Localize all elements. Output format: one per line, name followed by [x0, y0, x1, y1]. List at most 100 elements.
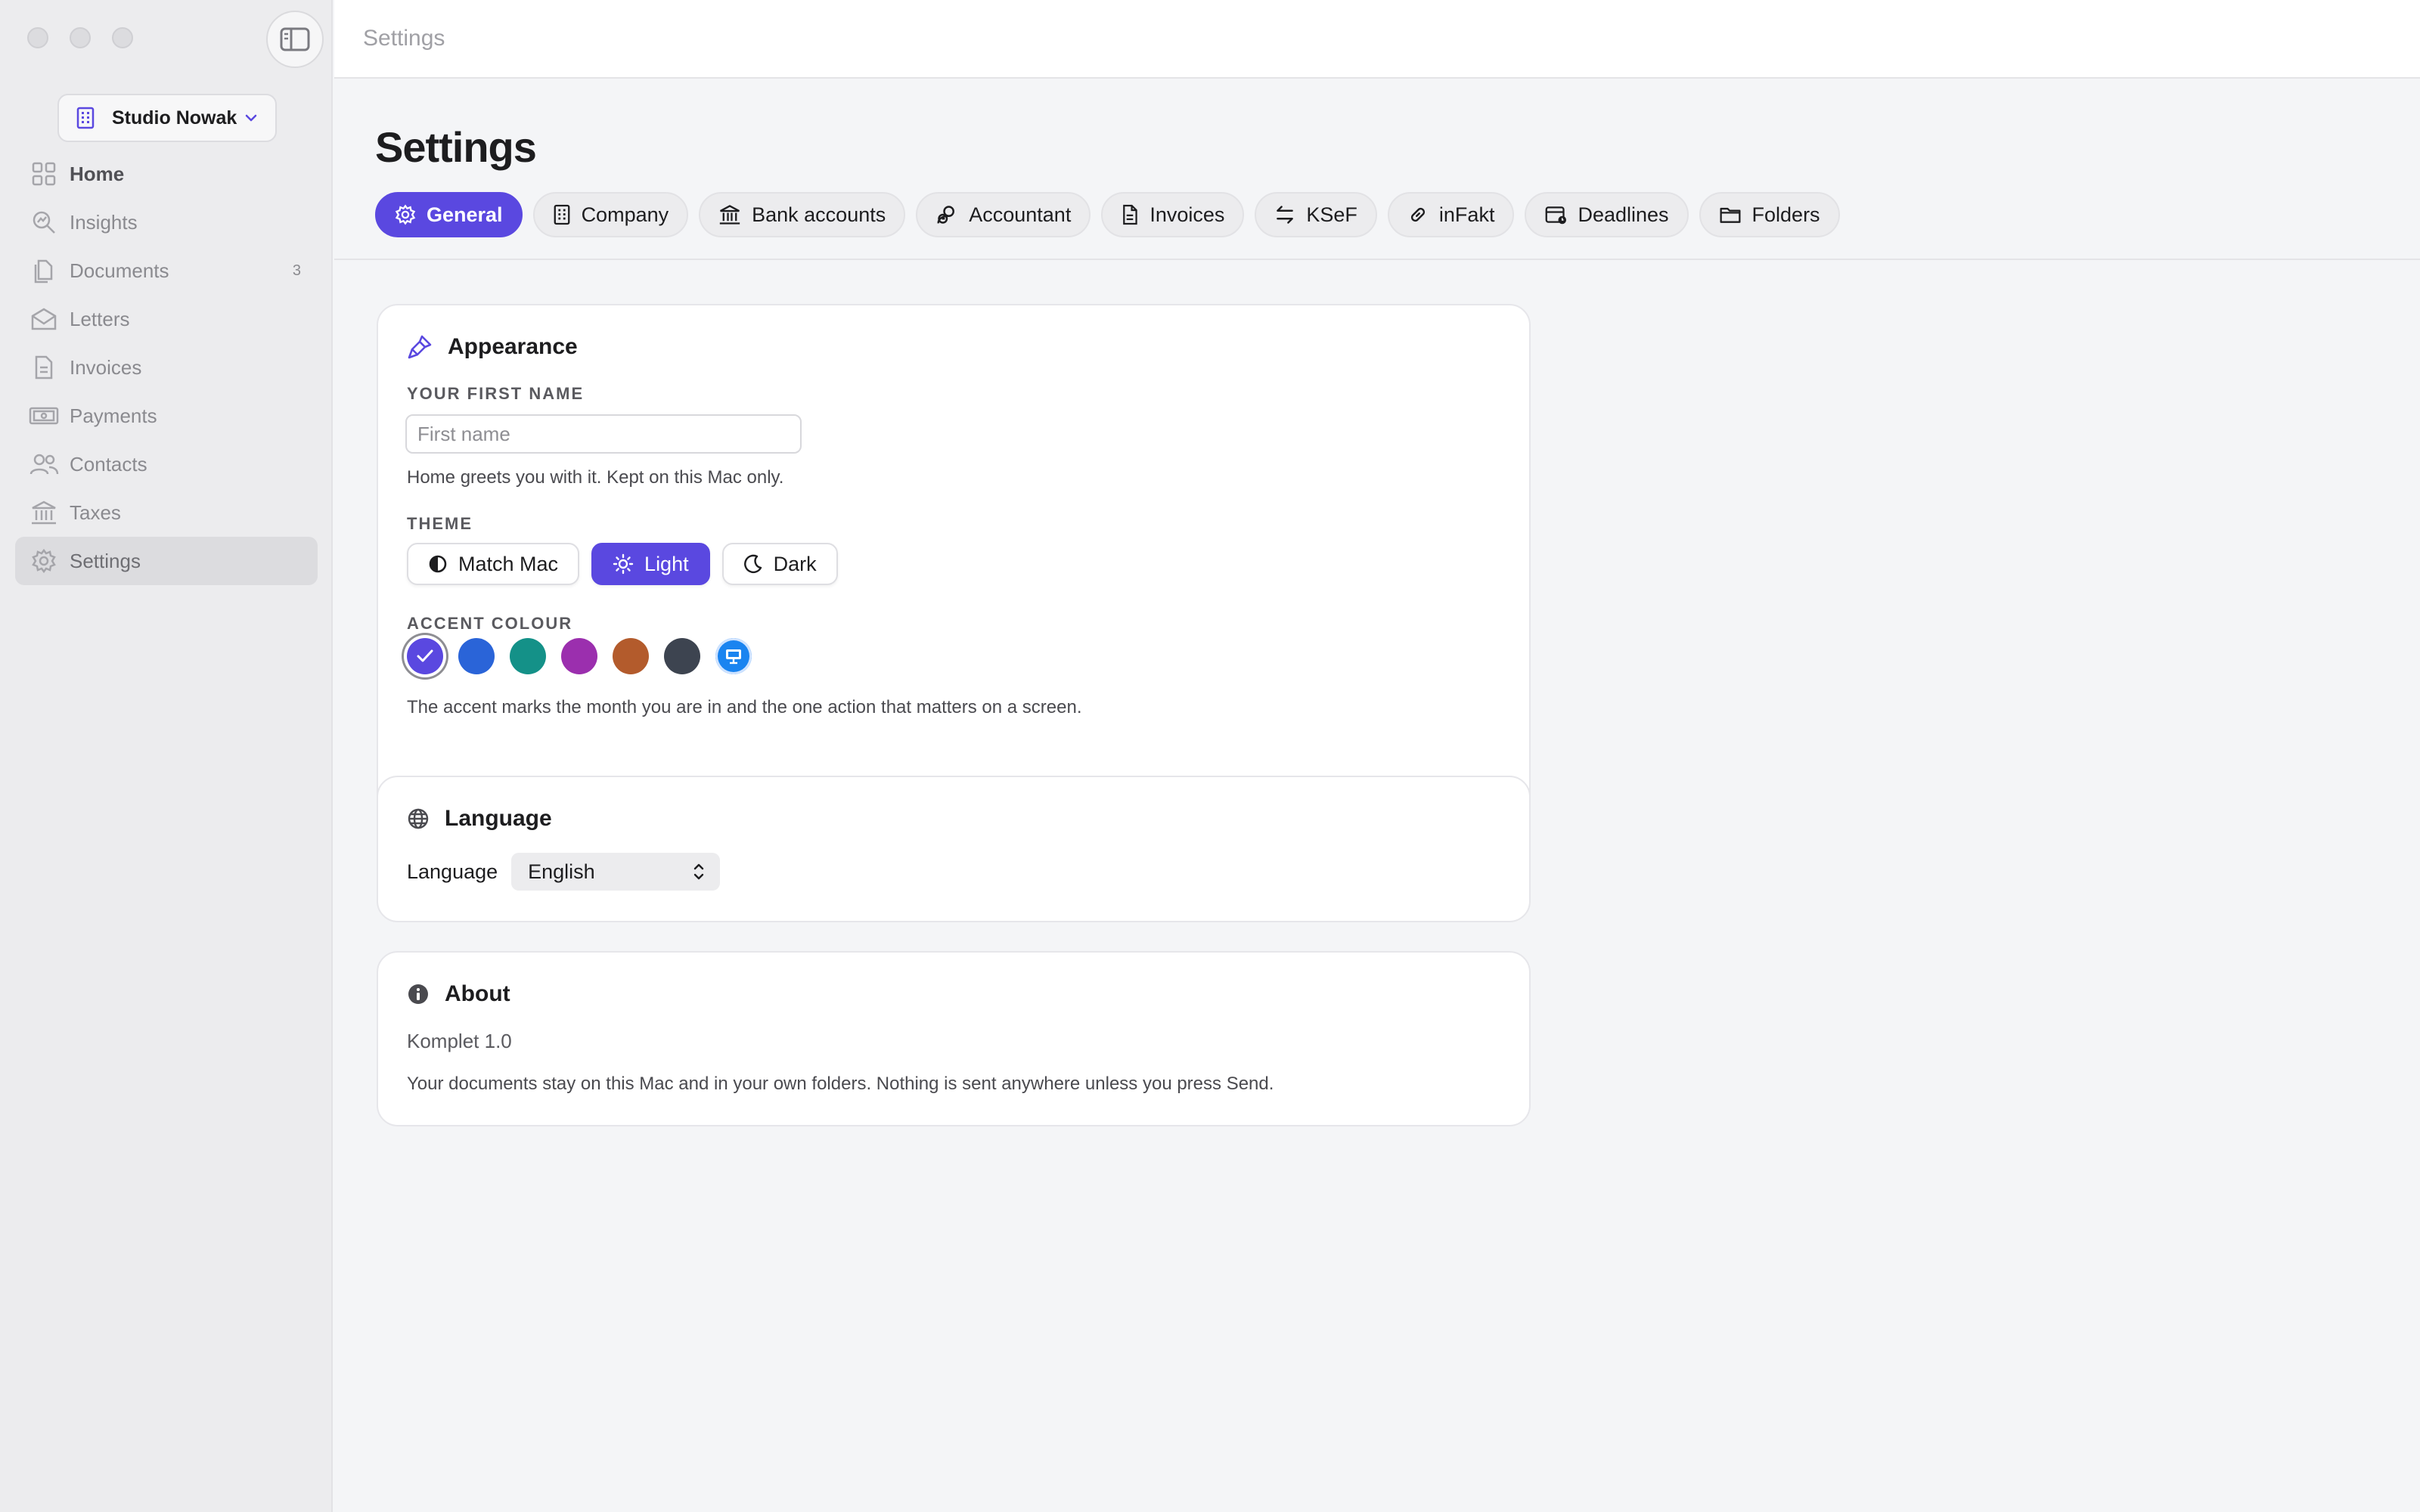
tab-infakt[interactable]: inFakt	[1387, 192, 1515, 237]
sidebar-item-label: Invoices	[70, 355, 142, 379]
language-title: Language	[445, 806, 552, 831]
document-icon	[1123, 204, 1138, 225]
moon-icon	[743, 554, 762, 574]
first-name-hint: Home greets you with it. Kept on this Ma…	[407, 467, 784, 488]
app-version: Komplet 1.0	[407, 1030, 512, 1052]
sidebar-item-letters[interactable]: Letters	[15, 295, 318, 343]
sidebar-item-contacts[interactable]: Contacts	[15, 440, 318, 488]
language-select[interactable]: English	[511, 853, 721, 891]
app-window: Studio Nowak Home Insights Documents 3 L…	[0, 0, 2420, 1512]
tab-label: inFakt	[1438, 203, 1495, 226]
window-controls	[27, 27, 133, 48]
sidebar-nav: Home Insights Documents 3 Letters Invoic…	[15, 150, 318, 585]
tab-label: Folders	[1751, 203, 1820, 226]
language-selected-value: English	[528, 860, 595, 883]
tab-general[interactable]: General	[375, 192, 523, 237]
sidebar-item-settings[interactable]: Settings	[15, 537, 318, 585]
gear-icon	[29, 546, 59, 576]
title-bar: Settings	[334, 0, 2420, 79]
tab-label: Accountant	[969, 203, 1072, 226]
settings-tabs: General Company Bank accounts Accountant…	[375, 192, 1840, 237]
theme-option-label: Match Mac	[458, 552, 559, 575]
sidebar-item-invoices[interactable]: Invoices	[15, 343, 318, 392]
theme-label: THEME	[407, 514, 473, 533]
sidebar-item-label: Documents	[70, 259, 169, 282]
tab-label: KSeF	[1306, 203, 1357, 226]
tab-invoices[interactable]: Invoices	[1101, 192, 1245, 237]
people-icon	[29, 449, 59, 479]
folder-icon	[1720, 207, 1741, 223]
tab-company[interactable]: Company	[532, 192, 689, 237]
first-name-input[interactable]	[405, 414, 802, 454]
accent-swatch-purple[interactable]	[407, 638, 443, 674]
checkmark-icon	[417, 649, 433, 662]
language-card: Language Language English	[377, 776, 1531, 922]
theme-light-button[interactable]: Light	[591, 543, 710, 585]
workspace-name: Studio Nowak	[112, 107, 237, 129]
theme-selector: Match Mac Light Dark	[407, 543, 838, 585]
tab-label: Company	[581, 203, 669, 226]
sidebar-item-label: Settings	[70, 549, 141, 572]
arrows-swap-icon	[1277, 206, 1294, 224]
theme-match-mac-button[interactable]: Match Mac	[407, 543, 580, 585]
language-header: Language	[407, 806, 552, 832]
chevron-updown-icon	[693, 863, 704, 880]
sidebar-item-taxes[interactable]: Taxes	[15, 488, 318, 537]
accent-swatch-magenta[interactable]	[561, 638, 597, 674]
accent-swatch-orange[interactable]	[613, 638, 649, 674]
paintbrush-icon	[408, 335, 432, 359]
language-field-label: Language	[407, 860, 498, 883]
tab-bank-accounts[interactable]: Bank accounts	[699, 192, 906, 237]
minimize-window-button[interactable]	[70, 27, 91, 48]
page-title: Settings	[375, 123, 537, 171]
about-card: About Komplet 1.0 Your documents stay on…	[377, 951, 1531, 1126]
sidebar-item-label: Insights	[70, 210, 138, 234]
envelope-icon	[29, 304, 59, 334]
banknote-icon	[29, 401, 59, 431]
documents-count-badge: 3	[292, 262, 301, 279]
tab-ksef[interactable]: KSeF	[1255, 192, 1377, 237]
magnifier-chart-icon	[29, 207, 59, 237]
building-icon	[76, 107, 95, 129]
tab-label: Bank accounts	[752, 203, 886, 226]
theme-dark-button[interactable]: Dark	[721, 543, 838, 585]
accent-swatch-graphite[interactable]	[664, 638, 700, 674]
tab-folders[interactable]: Folders	[1699, 192, 1840, 237]
invoice-icon	[29, 352, 59, 383]
zoom-window-button[interactable]	[112, 27, 133, 48]
language-row: Language English	[407, 853, 721, 891]
about-title: About	[445, 981, 510, 1006]
accent-swatch-system[interactable]	[715, 638, 752, 674]
sidebar-item-insights[interactable]: Insights	[15, 198, 318, 246]
about-header: About	[407, 981, 510, 1007]
main-content: Settings General Company Bank accounts A…	[334, 79, 2420, 1512]
theme-option-label: Light	[644, 552, 689, 575]
sidebar-item-label: Home	[70, 162, 125, 185]
grid-icon	[29, 159, 59, 189]
appearance-title: Appearance	[448, 334, 578, 359]
globe-icon	[408, 808, 429, 829]
accent-swatch-blue[interactable]	[458, 638, 495, 674]
sidebar-item-label: Payments	[70, 404, 157, 427]
accent-colour-label: ACCENT COLOUR	[407, 614, 573, 633]
half-circle-icon	[429, 555, 447, 573]
accent-colour-picker	[407, 638, 752, 674]
close-window-button[interactable]	[27, 27, 48, 48]
tabs-divider	[334, 259, 2420, 260]
accent-swatch-teal[interactable]	[510, 638, 546, 674]
appearance-card: Appearance YOUR FIRST NAME Home greets y…	[377, 304, 1531, 823]
tab-label: General	[427, 203, 503, 226]
bank-icon	[29, 497, 59, 528]
sidebar-toggle-button[interactable]	[266, 11, 324, 68]
tab-accountant[interactable]: Accountant	[916, 192, 1091, 237]
sidebar-item-payments[interactable]: Payments	[15, 392, 318, 440]
sun-icon	[613, 553, 634, 575]
about-text: Your documents stay on this Mac and in y…	[407, 1074, 1274, 1094]
tab-deadlines[interactable]: Deadlines	[1525, 192, 1689, 237]
monitor-icon	[726, 649, 741, 665]
sidebar-item-home[interactable]: Home	[15, 150, 318, 198]
sidebar-item-documents[interactable]: Documents 3	[15, 246, 318, 295]
workspace-switcher[interactable]: Studio Nowak	[57, 94, 277, 142]
sidebar-toggle-icon	[280, 27, 310, 51]
accountant-icon	[937, 206, 955, 224]
